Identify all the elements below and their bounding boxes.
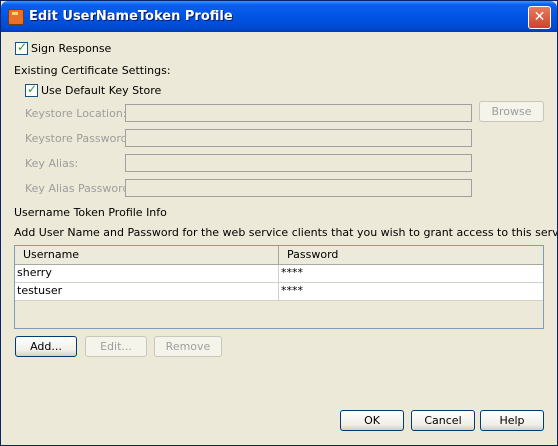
ok-button[interactable]: OK bbox=[340, 410, 404, 431]
browse-button[interactable]: Browse bbox=[479, 101, 544, 122]
column-header-username[interactable]: Username bbox=[15, 246, 279, 264]
keystore-password-field[interactable] bbox=[125, 129, 472, 147]
title-bar[interactable]: Edit UserNameToken Profile ✕ bbox=[1, 1, 557, 32]
sign-response-checkbox[interactable]: ✓ bbox=[15, 40, 28, 55]
profile-description: Add User Name and Password for the web s… bbox=[14, 226, 558, 239]
key-alias-field[interactable] bbox=[125, 154, 472, 172]
keystore-password-label: Keystore Password: bbox=[25, 132, 132, 145]
close-icon[interactable]: ✕ bbox=[528, 6, 551, 29]
edit-button[interactable]: Edit... bbox=[85, 336, 147, 357]
password-cell[interactable]: **** bbox=[279, 265, 543, 282]
keystore-location-label: Keystore Location: bbox=[25, 107, 127, 120]
check-icon: ✓ bbox=[17, 40, 28, 54]
sign-response-label: Sign Response bbox=[31, 42, 112, 55]
table-row[interactable]: sherry **** bbox=[15, 265, 543, 283]
key-alias-password-field[interactable] bbox=[125, 179, 472, 197]
key-alias-password-label: Key Alias Password: bbox=[25, 182, 134, 195]
add-button[interactable]: Add... bbox=[15, 336, 77, 357]
users-table[interactable]: Username Password sherry **** testuser *… bbox=[14, 245, 544, 329]
window-title: Edit UserNameToken Profile bbox=[29, 9, 233, 24]
use-default-keystore-checkbox[interactable]: ✓ bbox=[25, 82, 38, 97]
check-icon: ✓ bbox=[27, 82, 38, 96]
username-cell[interactable]: sherry bbox=[15, 265, 279, 282]
password-cell[interactable]: **** bbox=[279, 283, 543, 300]
keystore-location-field[interactable] bbox=[125, 104, 472, 122]
table-header: Username Password bbox=[15, 246, 543, 265]
table-row[interactable]: testuser **** bbox=[15, 283, 543, 301]
cancel-button[interactable]: Cancel bbox=[411, 410, 475, 431]
certificate-heading: Existing Certificate Settings: bbox=[14, 64, 171, 77]
help-button[interactable]: Help bbox=[480, 410, 544, 431]
dialog-window: Edit UserNameToken Profile ✕ ✓ Sign Resp… bbox=[0, 0, 558, 446]
profile-heading: Username Token Profile Info bbox=[14, 206, 167, 219]
remove-button[interactable]: Remove bbox=[154, 336, 222, 357]
username-cell[interactable]: testuser bbox=[15, 283, 279, 300]
app-icon bbox=[8, 9, 24, 25]
column-header-password[interactable]: Password bbox=[279, 246, 543, 264]
use-default-keystore-label: Use Default Key Store bbox=[41, 84, 162, 97]
key-alias-label: Key Alias: bbox=[25, 157, 79, 170]
